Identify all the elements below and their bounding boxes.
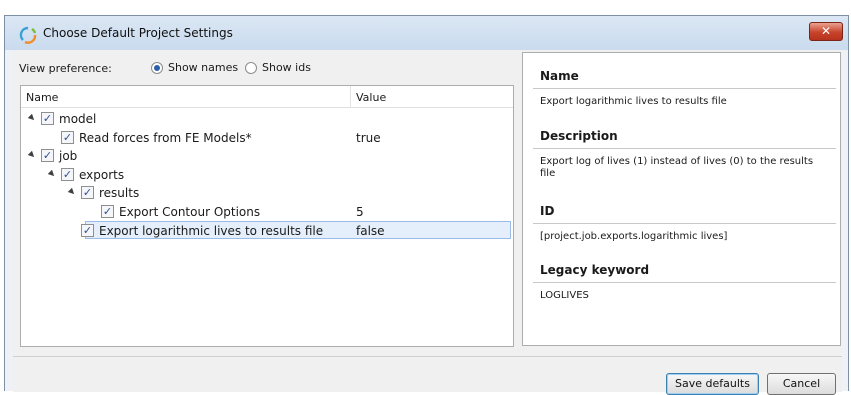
expand-arrow-icon[interactable]: [27, 113, 37, 123]
tree-row-label: results: [99, 186, 140, 200]
checkbox-checked-icon[interactable]: ✓: [101, 204, 114, 218]
title-bar[interactable]: Choose Default Project Settings ✕: [5, 16, 848, 50]
checkbox-checked-icon[interactable]: ✓: [81, 186, 94, 199]
details-panel: Name Export logarithmic lives to results…: [522, 52, 841, 346]
tree-row-value: 5: [356, 204, 364, 219]
close-button[interactable]: ✕: [809, 22, 843, 41]
checkbox-checked-icon[interactable]: ✓: [61, 130, 74, 144]
details-description-value: Export log of lives (1) instead of lives…: [540, 156, 814, 179]
expand-arrow-icon[interactable]: [47, 169, 57, 178]
footer-divider: [13, 356, 842, 357]
tree-row-label: Read forces from FE Models*: [79, 130, 252, 145]
tree-row-label: job: [59, 149, 78, 163]
cancel-button[interactable]: Cancel: [767, 373, 836, 395]
window-title: Choose Default Project Settings: [43, 26, 233, 40]
show-ids-radio[interactable]: Show ids: [245, 61, 311, 74]
tree-row-value: false: [356, 224, 385, 238]
details-name-value: Export logarithmic lives to results file: [540, 96, 727, 107]
details-name-heading: Name: [540, 69, 579, 83]
tree-row[interactable]: ✓ Read forces from FE Models* true: [21, 129, 511, 147]
details-divider: [533, 148, 836, 149]
tree-row-label: Export Contour Options: [119, 204, 261, 219]
view-preference-label: View preference:: [19, 62, 112, 75]
details-id-heading: ID: [540, 204, 555, 218]
tree-row[interactable]: ✓ Export logarithmic lives to results fil…: [81, 221, 511, 239]
tree-row-label: Export logarithmic lives to results file: [99, 224, 324, 238]
save-defaults-button[interactable]: Save defaults: [666, 373, 759, 395]
expand-arrow-icon[interactable]: [27, 150, 37, 160]
expand-arrow-icon[interactable]: [67, 187, 77, 197]
tree-row-label: exports: [79, 167, 125, 182]
show-names-label: Show names: [168, 61, 239, 74]
details-legacy-value: LOGLIVES: [540, 290, 589, 301]
dialog-body: View preference: Show names Show ids Nam…: [13, 50, 842, 395]
tree-row[interactable]: ✓ exports: [21, 166, 511, 184]
show-ids-label: Show ids: [262, 61, 311, 74]
column-header-name[interactable]: Name: [26, 91, 58, 104]
tree-row[interactable]: ✓ model: [21, 110, 511, 128]
close-icon: ✕: [820, 24, 832, 38]
details-divider: [533, 282, 836, 283]
details-divider: [533, 223, 836, 224]
checkbox-checked-icon[interactable]: ✓: [81, 224, 94, 237]
app-logo-icon: [19, 26, 37, 44]
tree-row[interactable]: ✓ job: [21, 147, 511, 165]
checkbox-checked-icon[interactable]: ✓: [41, 112, 54, 125]
tree-header: Name Value: [21, 86, 513, 108]
details-id-value: [project.job.exports.logarithmic lives]: [540, 231, 728, 242]
details-divider: [533, 88, 836, 89]
settings-tree[interactable]: Name Value ✓ model ✓ Read forces from FE Mo…: [20, 85, 514, 347]
dialog-window: Choose Default Project Settings ✕ View p…: [4, 15, 849, 395]
column-separator[interactable]: [350, 86, 351, 107]
column-header-value[interactable]: Value: [356, 91, 386, 104]
details-description-heading: Description: [540, 129, 618, 143]
tree-row[interactable]: ✓ results: [21, 184, 511, 202]
details-legacy-heading: Legacy keyword: [540, 263, 650, 277]
radio-selected-icon: [151, 61, 163, 74]
tree-row-label: model: [59, 112, 97, 126]
checkbox-checked-icon[interactable]: ✓: [61, 167, 74, 181]
checkbox-checked-icon[interactable]: ✓: [41, 149, 54, 162]
tree-row[interactable]: ✓ Export Contour Options 5: [21, 203, 511, 221]
radio-unselected-icon: [245, 61, 257, 74]
tree-row-value: true: [356, 130, 381, 145]
show-names-radio[interactable]: Show names: [151, 61, 238, 74]
